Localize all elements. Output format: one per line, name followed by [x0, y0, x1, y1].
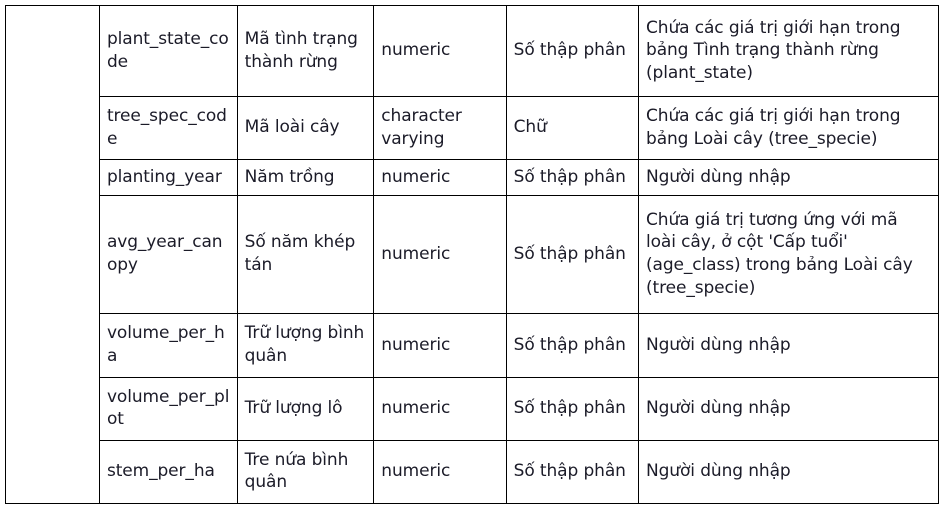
vn-name-text: Trữ lượng lô [244, 397, 343, 418]
field-name-text: planting_year [106, 166, 222, 187]
field-name-cell: volume_per_ha [98, 313, 238, 378]
vn-type-cell: Số thập phân [505, 376, 640, 441]
vn-name-cell: Tre nứa bình quân [236, 439, 375, 505]
data-type-text: numeric [381, 40, 451, 61]
table-row: volume_per_plot Trữ lượng lô numeric Số … [6, 376, 939, 441]
description-cell: Chứa giá trị tương ứng với mã loài cây, … [638, 194, 939, 315]
description-text: Chứa giá trị tương ứng với mã loài cây, … [646, 209, 913, 298]
data-type-text: numeric [381, 397, 451, 418]
field-name-text: plant_state_code [106, 28, 229, 72]
vn-name-text: Tre nứa bình quân [244, 449, 349, 493]
vn-name-text: Trữ lượng bình quân [244, 323, 365, 367]
table-row: volume_per_ha Trữ lượng bình quân numeri… [6, 313, 939, 378]
vn-name-cell: Trữ lượng bình quân [236, 313, 375, 378]
data-type-cell: numeric [373, 376, 507, 441]
table-row: avg_year_canopy Số năm khép tán numeric … [6, 194, 939, 315]
row-label-spacer-cell [5, 5, 100, 504]
description-cell: Người dùng nhập [638, 376, 939, 441]
description-text: Người dùng nhập [646, 397, 791, 418]
data-type-text: numeric [381, 166, 451, 187]
vn-type-text: Chữ [513, 117, 547, 138]
vn-name-text: Mã loài cây [244, 117, 340, 138]
data-type-text: numeric [381, 334, 451, 355]
data-type-cell: numeric [373, 4, 507, 98]
vn-type-text: Số thập phân [513, 166, 626, 187]
description-text: Người dùng nhập [646, 166, 791, 187]
description-text: Người dùng nhập [646, 461, 791, 482]
data-type-cell: numeric [373, 439, 507, 505]
vn-type-cell: Số thập phân [505, 194, 640, 315]
data-type-cell: numeric [373, 194, 507, 315]
vn-type-text: Số thập phân [513, 40, 626, 61]
data-type-cell: character varying [373, 96, 507, 161]
table-row: stem_per_ha Tre nứa bình quân numeric Số… [6, 439, 939, 505]
vn-type-cell: Số thập phân [505, 439, 640, 505]
description-text: Chứa các giá trị giới hạn trong bảng Loà… [646, 106, 901, 149]
database-field-description-table: plant_state_code Mã tình trạng thành rừn… [5, 4, 939, 505]
description-text: Chứa các giá trị giới hạn trong bảng Tìn… [646, 17, 901, 83]
field-name-cell: tree_spec_code [98, 96, 238, 161]
field-name-text: volume_per_ha [106, 323, 225, 367]
field-name-cell: volume_per_plot [98, 376, 238, 441]
vn-type-text: Số thập phân [513, 397, 626, 418]
vn-name-cell: Mã loài cây [236, 96, 375, 161]
data-type-cell: numeric [373, 159, 507, 196]
vn-name-text: Mã tình trạng thành rừng [244, 28, 358, 72]
vn-type-cell: Số thập phân [505, 159, 640, 196]
data-type-cell: numeric [373, 313, 507, 378]
description-cell: Người dùng nhập [638, 439, 939, 505]
field-name-cell: avg_year_canopy [98, 194, 238, 315]
vn-name-text: Năm trồng [244, 166, 335, 187]
vn-name-cell: Số năm khép tán [236, 194, 375, 315]
vn-name-cell: Trữ lượng lô [236, 376, 375, 441]
vn-type-cell: Chữ [505, 96, 640, 161]
vn-type-text: Số thập phân [513, 461, 626, 482]
field-name-cell: planting_year [98, 159, 238, 196]
table-row: planting_year Năm trồng numeric Số thập … [6, 159, 939, 196]
vn-name-cell: Năm trồng [236, 159, 375, 196]
vn-type-text: Số thập phân [513, 243, 626, 264]
description-cell: Chứa các giá trị giới hạn trong bảng Tìn… [638, 4, 939, 98]
data-type-text: character varying [381, 106, 462, 149]
description-cell: Chứa các giá trị giới hạn trong bảng Loà… [638, 96, 939, 161]
data-type-text: numeric [381, 243, 451, 264]
data-type-text: numeric [381, 461, 451, 482]
field-name-cell: plant_state_code [98, 4, 238, 98]
field-name-text: volume_per_plot [106, 386, 230, 430]
description-text: Người dùng nhập [646, 334, 791, 355]
field-name-text: stem_per_ha [106, 461, 215, 482]
description-cell: Người dùng nhập [638, 159, 939, 196]
field-name-text: avg_year_canopy [106, 232, 223, 275]
description-cell: Người dùng nhập [638, 313, 939, 378]
vn-name-text: Số năm khép tán [244, 232, 356, 275]
vn-type-cell: Số thập phân [505, 313, 640, 378]
vn-type-text: Số thập phân [513, 334, 626, 355]
table-row: tree_spec_code Mã loài cây character var… [6, 96, 939, 161]
vn-type-cell: Số thập phân [505, 4, 640, 98]
field-name-text: tree_spec_code [106, 106, 227, 149]
table-body: plant_state_code Mã tình trạng thành rừn… [5, 4, 939, 505]
field-name-cell: stem_per_ha [98, 439, 238, 505]
table-row: plant_state_code Mã tình trạng thành rừn… [5, 4, 939, 504]
schema-table-container: plant_state_code Mã tình trạng thành rừn… [5, 4, 939, 505]
vn-name-cell: Mã tình trạng thành rừng [236, 4, 375, 98]
